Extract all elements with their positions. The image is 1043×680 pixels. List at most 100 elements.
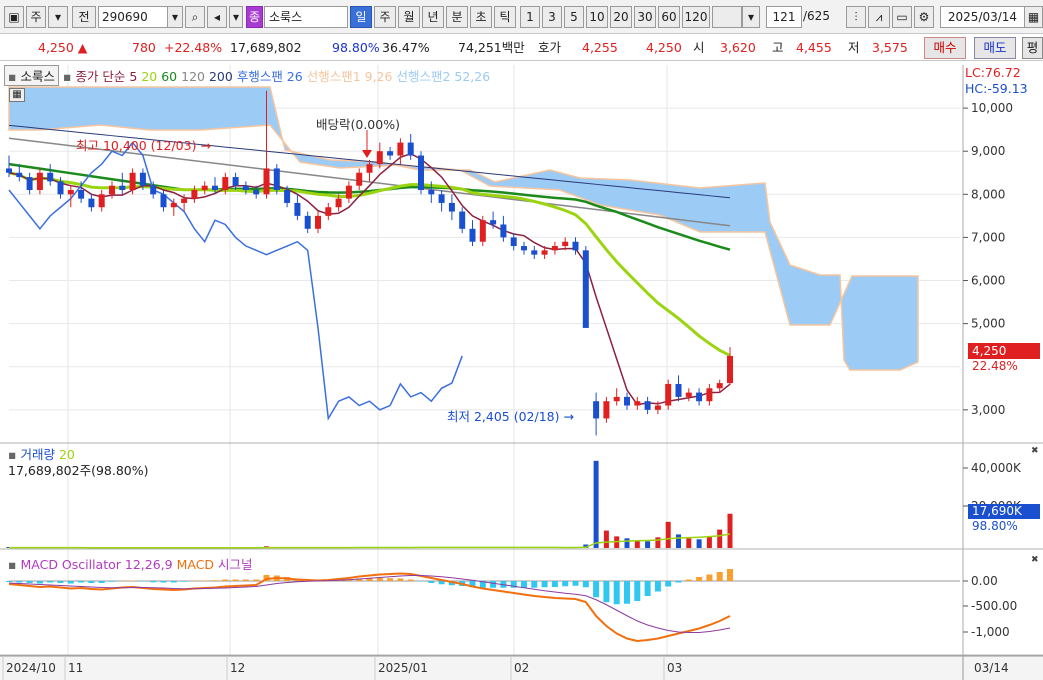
legend-ma60: 60 <box>161 69 178 84</box>
period-dropdown-icon[interactable]: ▾ <box>48 6 68 28</box>
macd-osc-bar <box>644 581 651 596</box>
volume-info: 17,689,802주(98.80%) <box>8 463 149 478</box>
layout-icon[interactable]: ▣ <box>4 6 24 28</box>
macd-osc-bar <box>98 581 105 583</box>
ask-price: 4,255 <box>582 40 618 55</box>
interval-20[interactable]: 20 <box>610 6 632 28</box>
toolbar: ▣ 주 ▾ 전 290690 ▾ ⌕ ◂ ▾ 종 소룩스 일 주 월 년 분 초… <box>0 0 1043 34</box>
volume-bar <box>624 538 630 548</box>
candle-body <box>706 388 713 402</box>
table-icon[interactable]: ▦ <box>9 88 25 102</box>
candle-body <box>603 401 610 419</box>
candle-body <box>644 401 651 410</box>
volume-bar <box>706 536 712 548</box>
gear-icon[interactable]: ⚙ <box>914 6 934 28</box>
prev-button[interactable]: 전 <box>72 6 96 28</box>
price-legend: ▪ 소룩스 ▪ 종가 단순 5 20 60 120 200 후행스팬 26 선행… <box>4 65 490 86</box>
candle-body <box>139 172 146 186</box>
buy-button[interactable]: 매수 <box>924 37 966 59</box>
candle-body <box>315 215 321 229</box>
candle-icon[interactable]: ⫶ <box>846 6 866 28</box>
eval-button[interactable]: 평 <box>1022 37 1043 59</box>
macd-osc-bar <box>253 579 260 581</box>
macd-osc-bar <box>150 581 157 583</box>
trade-amount: 74,251백만 <box>458 40 525 55</box>
tab-year[interactable]: 년 <box>422 6 444 28</box>
macd-osc-bar <box>47 581 54 583</box>
count-input[interactable]: 121 <box>766 6 802 28</box>
interval-dropdown-icon[interactable]: ▾ <box>742 6 760 28</box>
current-price-tag: 4,250 <box>968 343 1040 359</box>
macd-osc-bar <box>139 581 146 582</box>
macd-legend: ▪ MACD Oscillator 12,26,9 MACD 시그널 <box>8 557 253 572</box>
price-axis-label: 7,000 <box>971 230 1005 244</box>
low-price: 3,575 <box>872 40 908 55</box>
candle-body <box>253 190 260 195</box>
macd-osc-bar <box>706 574 713 581</box>
code-input[interactable]: 290690 <box>98 6 168 28</box>
tab-month[interactable]: 월 <box>398 6 420 28</box>
candle-body <box>47 172 54 182</box>
legend-ma5: 5 <box>129 69 138 84</box>
volume: 17,689,802 <box>230 40 302 55</box>
macd-osc-bar <box>603 581 610 603</box>
macd-close-icon[interactable]: ✖ <box>1031 555 1039 565</box>
candle-body <box>181 198 188 203</box>
volume-bar <box>696 539 702 548</box>
volume-close-icon[interactable]: ✖ <box>1031 446 1039 456</box>
price-axis-label: 6,000 <box>971 274 1005 288</box>
date-input[interactable]: 2025/03/14 <box>940 6 1025 28</box>
speaker-dropdown-icon[interactable]: ▾ <box>229 6 243 28</box>
legend-ma120: 120 <box>181 69 205 84</box>
interval-5[interactable]: 5 <box>564 6 584 28</box>
macd-osc-bar <box>242 579 249 581</box>
code-dropdown-icon[interactable]: ▾ <box>167 6 183 28</box>
tab-second[interactable]: 초 <box>470 6 492 28</box>
trend-icon[interactable]: ⩘ <box>868 6 890 28</box>
speaker-icon[interactable]: ◂ <box>207 6 227 28</box>
tab-week[interactable]: 주 <box>374 6 396 28</box>
current-pct-tag: 22.48% <box>972 359 1018 373</box>
candle-body <box>654 405 661 410</box>
interval-1[interactable]: 1 <box>520 6 540 28</box>
calendar-icon[interactable]: ▦ <box>1024 6 1043 28</box>
macd-axis-label: -1,000 <box>971 625 1010 639</box>
stock-name[interactable]: 소룩스 <box>264 6 348 28</box>
price-axis-label: 5,000 <box>971 317 1005 331</box>
macd-osc-bar <box>593 581 600 598</box>
macd-osc-bar <box>78 581 85 583</box>
interval-60[interactable]: 60 <box>658 6 680 28</box>
legend-lag: 후행스팬 26 <box>236 69 303 84</box>
macd-osc-bar <box>531 581 538 588</box>
save-icon[interactable]: ▭ <box>892 6 912 28</box>
interval-30[interactable]: 30 <box>634 6 656 28</box>
candle-body <box>88 198 95 208</box>
price-axis-label: 8,000 <box>971 187 1005 201</box>
macd-osc-bar <box>88 581 95 583</box>
macd-osc-bar <box>407 579 414 581</box>
tab-minute[interactable]: 분 <box>446 6 468 28</box>
period-toggle[interactable]: 주 <box>26 6 46 28</box>
dividend-marker <box>362 150 372 158</box>
low-annotation: 최저 2,405 (02/18) → <box>447 409 574 424</box>
sell-button[interactable]: 매도 <box>974 37 1016 59</box>
search-icon[interactable]: ⌕ <box>185 6 205 28</box>
time-axis-label: 2025/01 <box>378 661 428 675</box>
interval-120[interactable]: 120 <box>682 6 710 28</box>
high-annotation: 최고 10,400 (12/03) → <box>76 138 211 153</box>
candle-body <box>551 246 558 251</box>
interval-3[interactable]: 3 <box>542 6 562 28</box>
volume-tag: 17,690K <box>968 504 1040 519</box>
interval-10[interactable]: 10 <box>586 6 608 28</box>
tab-day[interactable]: 일 <box>350 6 372 28</box>
legend-ma200: 200 <box>208 69 233 84</box>
legend-stock[interactable]: ▪ 소룩스 <box>4 65 59 86</box>
time-axis-label: 03 <box>667 661 682 675</box>
volume-bar <box>727 513 733 548</box>
volume-bar <box>665 521 671 548</box>
volume-pct-tag: 98.80% <box>972 519 1018 533</box>
candle-body <box>479 220 486 242</box>
tab-tick[interactable]: 틱 <box>494 6 516 28</box>
candle-body <box>109 185 115 195</box>
custom-interval-input[interactable] <box>712 6 742 28</box>
